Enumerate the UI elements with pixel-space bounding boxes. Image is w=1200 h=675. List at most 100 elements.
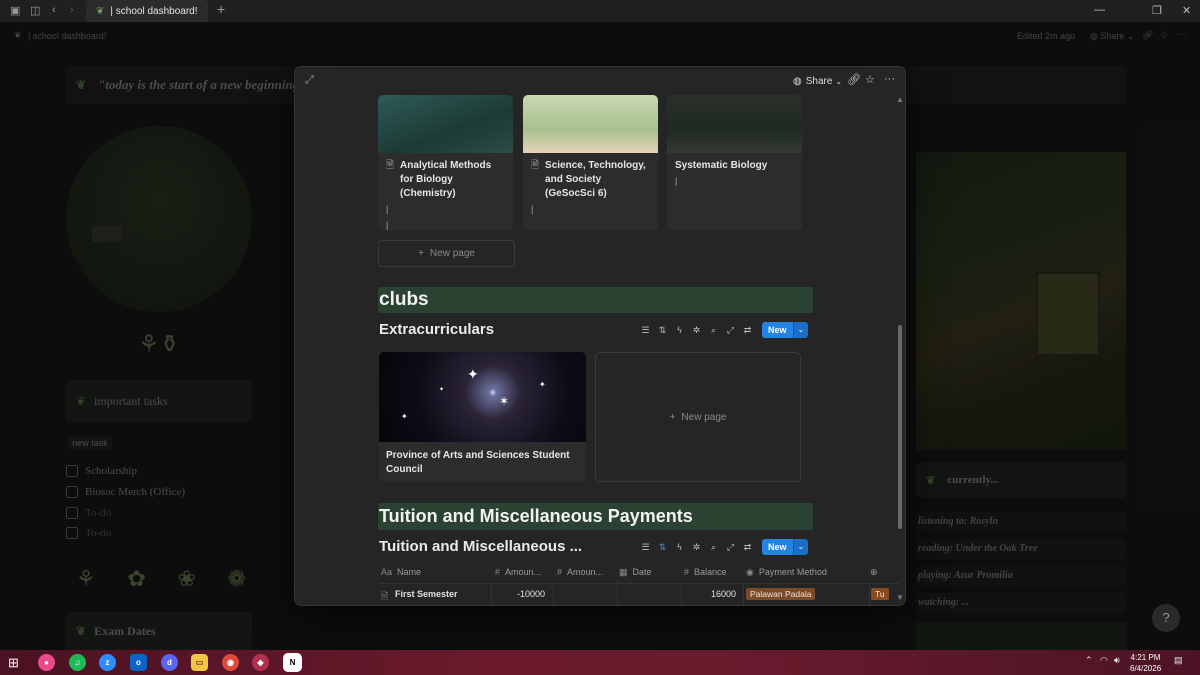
number-icon: # [684, 567, 690, 577]
new-page-card[interactable]: + New page [595, 352, 801, 482]
back-arrow-icon[interactable]: ‹ [52, 4, 56, 16]
clock-date: 6/4/2026 [1130, 664, 1162, 673]
volume-icon[interactable]: 🔊︎ [1114, 655, 1120, 666]
payment-method-pill[interactable]: Palawan Padala [746, 588, 816, 600]
extra-pill[interactable]: Tu [871, 588, 889, 600]
star-shape: ✶ [499, 394, 510, 408]
hide-icon[interactable]: ✲ [688, 542, 705, 553]
chevron-down-icon[interactable]: ⌄ [792, 322, 809, 338]
expand-icon[interactable]: ⤢ [305, 74, 314, 87]
row-amount-1[interactable]: -10000 [517, 589, 545, 599]
star-shape: ✦ [539, 380, 546, 389]
more-icon[interactable]: ··· [884, 73, 895, 85]
column-date[interactable]: ▦ Date [619, 564, 652, 580]
forward-arrow-icon[interactable]: › [70, 4, 74, 16]
column-payment-method[interactable]: ◉ Payment Method [746, 564, 827, 580]
filter-icon[interactable]: ☰ [637, 542, 654, 553]
modal-header: ⤢ ◍ Share ⌄ 🔗︎ ☆ ··· [295, 67, 905, 95]
expand-icon[interactable]: ⤢ [722, 542, 739, 553]
tuition-heading: Tuition and Miscellaneous Payments [378, 503, 813, 530]
table-row[interactable]: 🗎 First Semester -10000 16000 Palawan Pa… [379, 583, 899, 605]
star-shape: ✦ [439, 387, 445, 393]
column-label: Amoun... [567, 567, 604, 577]
chrome-icon[interactable]: ◉ [222, 654, 239, 671]
sprout-icon: ❦ [96, 5, 105, 17]
clubs-heading: clubs [378, 287, 813, 313]
tab-label: | school dashboard! [110, 5, 198, 17]
automation-icon[interactable]: ϟ [671, 325, 688, 335]
app-icon[interactable]: ◆ [252, 654, 269, 671]
new-tab-button[interactable]: + [217, 1, 225, 17]
page-icon: 🗎 [381, 591, 389, 601]
restore-button[interactable]: ❐ [1152, 4, 1162, 17]
column-label: Balance [694, 567, 727, 577]
column-divider [617, 583, 618, 605]
card-title: Analytical Methods for Biology (Chemistr… [400, 160, 492, 199]
sort-icon[interactable]: ⇅ [654, 542, 671, 553]
app-icon[interactable]: ● [38, 654, 55, 671]
settings-icon[interactable]: ⇄ [739, 542, 756, 553]
close-window-button[interactable]: ✕ [1182, 4, 1191, 17]
select-icon: ◉ [746, 566, 754, 577]
filter-icon[interactable]: ☰ [637, 325, 654, 336]
scroll-down-arrow[interactable]: ▼ [896, 593, 904, 602]
number-icon: # [557, 567, 563, 577]
wifi-icon[interactable]: ◠ [1100, 655, 1108, 666]
course-card[interactable]: Systematic Biology | [667, 95, 802, 230]
discord-icon[interactable]: d [161, 654, 178, 671]
scroll-up-arrow[interactable]: ▲ [896, 95, 904, 104]
card-property: | [386, 220, 389, 230]
search-icon[interactable]: ⌕ [705, 542, 722, 553]
table-header: Aa Name # Amoun... # Amoun... ▦ Date # Balanc… [379, 564, 899, 580]
star-shape: ✦ [401, 412, 408, 421]
sort-icon[interactable]: ⇅ [654, 325, 671, 336]
help-button[interactable]: ? [1152, 604, 1180, 632]
notion-icon[interactable]: N [284, 654, 301, 671]
tab-school-dashboard[interactable]: ❦ | school dashboard! [86, 0, 208, 22]
sidebar-toggle-icon[interactable]: ◫ [30, 4, 40, 17]
card-title-row: 🗎 Science, Technology, and Society (GeSoc… [523, 153, 658, 201]
db-toolbar: ☰ ⇅ ϟ ✲ ⌕ ⤢ ⇄ New ⌄ [637, 322, 809, 338]
clock[interactable]: 4:21 PM 6/4/2026 [1130, 652, 1161, 674]
tuition-db-title[interactable]: Tuition and Miscellaneous ... [379, 538, 582, 555]
settings-icon[interactable]: ⇄ [739, 325, 756, 336]
course-card[interactable]: 🗎 Science, Technology, and Society (GeSoc… [523, 95, 658, 230]
share-button[interactable]: ◍ Share ⌄ [787, 73, 848, 89]
minimize-button[interactable]: — [1094, 4, 1105, 16]
file-explorer-icon[interactable]: ▭ [191, 654, 208, 671]
automation-icon[interactable]: ϟ [671, 542, 688, 552]
row-name[interactable]: First Semester [395, 589, 458, 599]
notification-icon[interactable]: ▤ [1174, 655, 1183, 666]
column-amount-2[interactable]: # Amoun... [557, 564, 603, 580]
row-balance[interactable]: 16000 [711, 589, 736, 599]
star-icon[interactable]: ☆ [865, 73, 875, 86]
hide-icon[interactable]: ✲ [688, 325, 705, 336]
column-name[interactable]: Aa Name [381, 564, 421, 580]
db-toolbar: ☰ ⇅ ϟ ✲ ⌕ ⤢ ⇄ New ⌄ [637, 539, 809, 555]
column-amount-1[interactable]: # Amoun... [495, 564, 541, 580]
page-peek-modal: ⤢ ◍ Share ⌄ 🔗︎ ☆ ··· 🗎 Analytical Methods… [295, 67, 905, 605]
modal-content[interactable]: 🗎 Analytical Methods for Biology (Chemist… [295, 95, 905, 605]
expand-icon[interactable]: ⤢ [722, 325, 739, 336]
cover-image [378, 95, 513, 153]
column-divider [681, 583, 682, 605]
new-button[interactable]: New ⌄ [762, 539, 809, 555]
search-icon[interactable]: ⌕ [705, 325, 722, 336]
course-card[interactable]: 🗎 Analytical Methods for Biology (Chemist… [378, 95, 513, 230]
link-icon[interactable]: 🔗︎ [847, 73, 861, 86]
new-page-label: New page [681, 411, 727, 423]
outlook-icon[interactable]: o [130, 654, 147, 671]
zoom-icon[interactable]: z [99, 654, 116, 671]
new-button[interactable]: New ⌄ [762, 322, 809, 338]
page-icon: 🗎 [531, 160, 540, 171]
club-card[interactable]: ✦ ✦ ✦ ✶ ✦ Province of Arts and Sciences … [379, 352, 586, 482]
chevron-down-icon[interactable]: ⌄ [792, 539, 809, 555]
windows-start-icon[interactable]: ⊞ [8, 655, 19, 671]
scrollbar-thumb[interactable] [898, 325, 902, 529]
column-balance[interactable]: # Balance [684, 564, 727, 580]
tray-chevron-icon[interactable]: ⌃ [1085, 655, 1093, 666]
new-page-button[interactable]: + New page [378, 240, 515, 267]
extracurriculars-title[interactable]: Extracurriculars [379, 321, 494, 338]
add-property-icon[interactable]: ⊕ [870, 564, 878, 580]
spotify-icon[interactable]: ♫ [69, 654, 86, 671]
